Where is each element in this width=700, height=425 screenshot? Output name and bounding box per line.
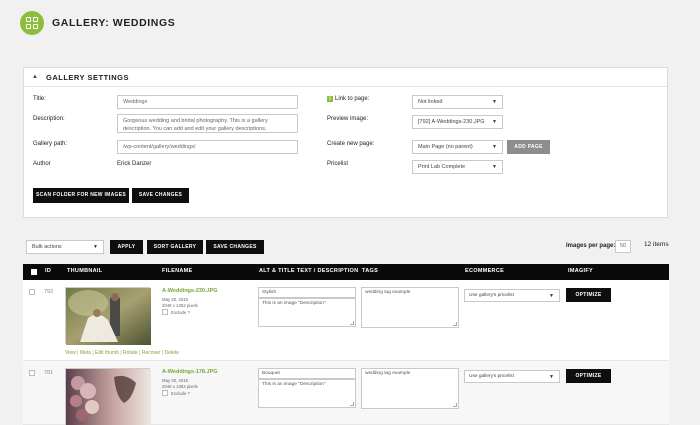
chevron-down-icon: ▼	[492, 119, 497, 125]
gallery-settings-header[interactable]: ▲ GALLERY SETTINGS	[24, 68, 667, 87]
filename-link[interactable]: A-Weddings-230.JPG	[162, 288, 218, 294]
create-page-select[interactable]: Main Page (no parent) ▼	[412, 140, 503, 154]
images-per-page-input[interactable]: 50	[615, 240, 631, 253]
author-value: Erick Danzer	[117, 161, 152, 167]
row-checkbox[interactable]	[29, 370, 35, 376]
delete-link[interactable]: Delete	[165, 350, 179, 356]
link-to-page-label: Link to page:	[335, 96, 370, 102]
title-label: Title:	[33, 96, 46, 102]
ecommerce-select[interactable]: Use gallery's pricelist ▼	[464, 289, 560, 302]
row-actions: View | Meta | Edit thumb | Rotate | Reco…	[65, 350, 179, 356]
alt-text-input[interactable]: Bouquet	[258, 368, 356, 379]
apply-button[interactable]: APPLY	[110, 240, 143, 254]
preview-image-label: Preview image:	[327, 116, 369, 122]
create-page-label: Create new page:	[327, 141, 375, 147]
image-date: May 30, 2016	[162, 297, 189, 302]
exclude-label: Exclude ?	[171, 310, 190, 315]
row-id: 781	[44, 370, 54, 376]
exclude-checkbox[interactable]	[162, 390, 168, 396]
pricelist-select[interactable]: Print Lab Complete ▼	[412, 160, 503, 174]
image-thumbnail[interactable]	[65, 368, 151, 425]
page-title: GALLERY: WEDDINGS	[52, 17, 176, 29]
row-checkbox[interactable]	[29, 289, 35, 295]
exclude-checkbox[interactable]	[162, 309, 168, 315]
chevron-down-icon: ▼	[549, 293, 554, 299]
alt-text-input[interactable]: Stylish	[258, 287, 356, 298]
filename-link[interactable]: A-Weddings-178.JPG	[162, 369, 218, 375]
add-page-button[interactable]: ADD PAGE	[507, 140, 550, 154]
item-count: 12 items	[644, 241, 669, 248]
table-row: 792 View | Meta | Edit thumb | Rotate | …	[23, 280, 669, 361]
chevron-down-icon: ▼	[492, 164, 497, 170]
meta-link[interactable]: Meta	[80, 350, 91, 356]
recover-link[interactable]: Recover	[142, 350, 161, 356]
column-ecommerce: ECOMMERCE	[465, 268, 505, 274]
save-settings-button[interactable]: SAVE CHANGES	[132, 188, 189, 203]
image-dimensions: 2048 x 1363 pixels	[162, 384, 198, 389]
chevron-down-icon: ▼	[549, 374, 554, 380]
tags-textarea[interactable]: wedding tag example	[361, 287, 459, 328]
table-header: ID THUMBNAIL FILENAME ALT & TITLE TEXT /…	[23, 264, 669, 280]
chevron-down-icon: ▼	[492, 99, 497, 105]
chevron-down-icon: ▼	[93, 244, 98, 250]
column-alt-description[interactable]: ALT & TITLE TEXT / DESCRIPTION	[259, 268, 358, 274]
save-changes-button[interactable]: SAVE CHANGES	[206, 240, 264, 254]
description-textarea[interactable]: This is an image "Description"	[258, 379, 356, 408]
column-id[interactable]: ID	[45, 268, 51, 274]
image-thumbnail[interactable]	[65, 287, 151, 345]
title-input[interactable]: Weddings	[117, 95, 298, 109]
scan-folder-button[interactable]: SCAN FOLDER FOR NEW IMAGES	[33, 188, 129, 203]
ecommerce-select[interactable]: Use gallery's pricelist ▼	[464, 370, 560, 383]
column-imagify: IMAGIFY	[568, 268, 594, 274]
gallery-settings-panel: ▲ GALLERY SETTINGS Title: Weddings Descr…	[23, 67, 668, 218]
optimize-button[interactable]: OPTIMIZE	[566, 288, 611, 302]
exclude-label: Exclude ?	[171, 391, 190, 396]
image-dimensions: 2048 x 1363 pixels	[162, 303, 198, 308]
optimize-button[interactable]: OPTIMIZE	[566, 369, 611, 383]
edit-thumb-link[interactable]: Edit thumb	[95, 350, 119, 356]
images-per-page-label: Images per page:	[566, 243, 616, 249]
column-thumbnail: THUMBNAIL	[67, 268, 103, 274]
author-label: Author	[33, 161, 51, 167]
pricelist-label: Pricelist	[327, 161, 349, 167]
view-link[interactable]: View	[65, 350, 76, 356]
description-textarea[interactable]: Gorgeous wedding and bridal photography.…	[117, 114, 298, 133]
gallery-path-input[interactable]: /wp-content/gallery/weddings/	[117, 140, 298, 154]
sort-gallery-button[interactable]: SORT GALLERY	[147, 240, 203, 254]
row-id: 792	[44, 289, 54, 295]
description-label: Description:	[33, 116, 65, 122]
tags-textarea[interactable]: wedding tag example	[361, 368, 459, 409]
gallery-path-label: Gallery path:	[33, 141, 68, 147]
rotate-link[interactable]: Rotate	[123, 350, 138, 356]
gallery-settings-title: GALLERY SETTINGS	[46, 73, 130, 82]
bulk-actions-select[interactable]: Bulk actions ▼	[26, 240, 104, 254]
column-filename[interactable]: FILENAME	[162, 268, 193, 274]
link-to-page-select[interactable]: Not linked ▼	[412, 95, 503, 109]
info-icon: i	[327, 96, 333, 102]
preview-image-select[interactable]: [792] A-Weddings-230.JPG ▼	[412, 115, 503, 129]
select-all-checkbox[interactable]	[31, 269, 37, 275]
image-date: May 30, 2016	[162, 378, 189, 383]
collapse-caret-icon[interactable]: ▲	[32, 74, 38, 80]
description-textarea[interactable]: This is an image "Description"	[258, 298, 356, 327]
gallery-logo-icon	[20, 11, 44, 35]
column-tags: TAGS	[362, 268, 379, 274]
table-row: 781 A-Weddings-178.JPG May 30, 2016 2048…	[23, 361, 669, 425]
chevron-down-icon: ▼	[492, 144, 497, 150]
